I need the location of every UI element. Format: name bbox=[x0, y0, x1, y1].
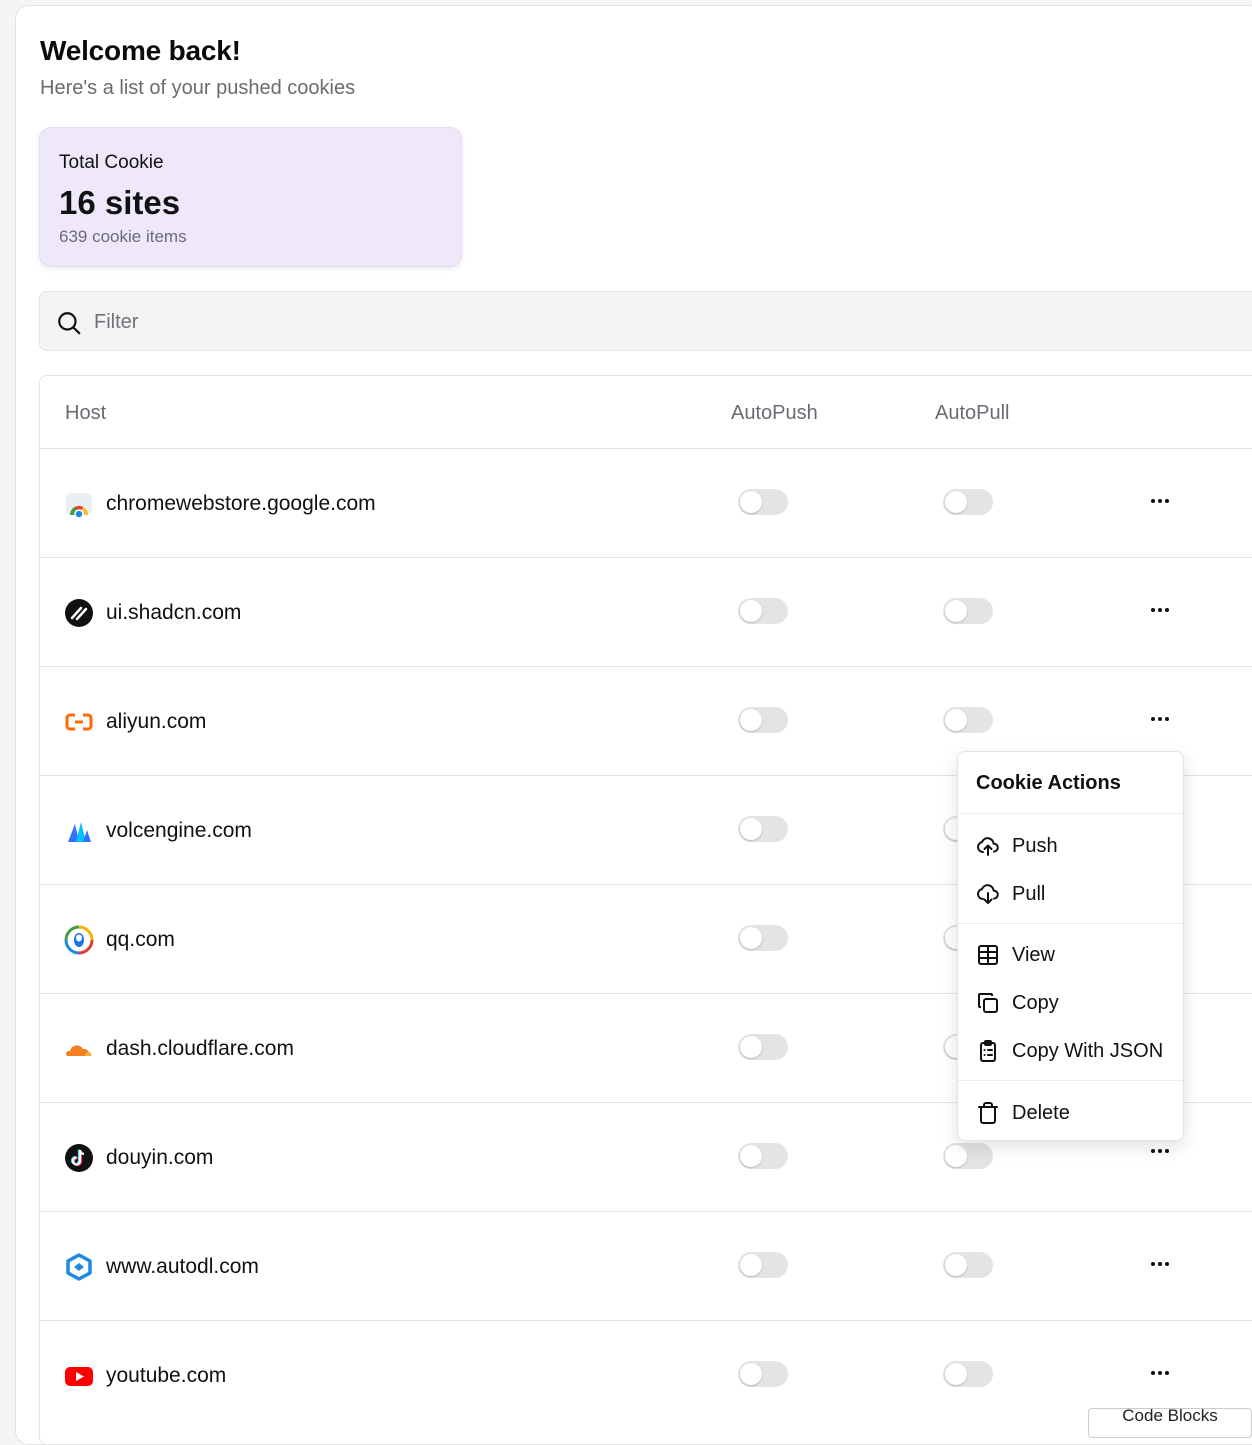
table-row: ui.shadcn.com bbox=[40, 557, 1252, 666]
cloudflare-icon bbox=[66, 1045, 92, 1056]
shadcn-icon bbox=[65, 599, 93, 627]
autopull-toggle[interactable] bbox=[943, 1252, 993, 1278]
table-icon bbox=[978, 945, 998, 965]
host-name[interactable]: aliyun.com bbox=[106, 710, 206, 734]
autopush-toggle[interactable] bbox=[738, 489, 788, 515]
host-name[interactable]: www.autodl.com bbox=[106, 1255, 259, 1279]
autopush-toggle[interactable] bbox=[738, 1361, 788, 1387]
menu-divider bbox=[958, 1080, 1183, 1081]
aliyun-icon bbox=[65, 713, 93, 731]
menu-item-label: Pull bbox=[1012, 883, 1046, 905]
chrome-web-store-icon bbox=[66, 493, 92, 519]
host-name[interactable]: qq.com bbox=[106, 928, 175, 952]
menu-item-delete[interactable]: Delete bbox=[958, 1093, 1183, 1133]
column-header-autopush[interactable]: AutoPush bbox=[731, 402, 818, 425]
host-name[interactable]: volcengine.com bbox=[106, 819, 252, 843]
stat-value: 16 sites bbox=[59, 184, 181, 221]
cookie-actions-menu: Cookie Actions Push Pull View Copy Copy … bbox=[957, 751, 1184, 1141]
menu-title: Cookie Actions bbox=[976, 772, 1121, 794]
stat-title: Total Cookie bbox=[59, 152, 164, 173]
page-subtitle: Here's a list of your pushed cookies bbox=[40, 77, 356, 99]
autopull-toggle[interactable] bbox=[943, 1361, 993, 1387]
autopush-toggle[interactable] bbox=[738, 1252, 788, 1278]
host-name[interactable]: douyin.com bbox=[106, 1146, 213, 1170]
menu-item-copy-json[interactable]: Copy With JSON bbox=[958, 1031, 1183, 1071]
cloud-download-icon bbox=[977, 884, 999, 904]
more-actions-button[interactable] bbox=[1146, 487, 1178, 515]
menu-item-label: View bbox=[1012, 944, 1055, 966]
more-actions-button[interactable] bbox=[1146, 1250, 1178, 1278]
menu-divider bbox=[958, 813, 1183, 814]
autopull-toggle[interactable] bbox=[943, 489, 993, 515]
autodl-icon bbox=[66, 1253, 92, 1281]
host-name[interactable]: dash.cloudflare.com bbox=[106, 1037, 294, 1061]
qq-icon bbox=[64, 925, 94, 955]
autopull-toggle[interactable] bbox=[943, 598, 993, 624]
menu-item-label: Copy With JSON bbox=[1012, 1040, 1164, 1062]
autopull-toggle[interactable] bbox=[943, 1143, 993, 1169]
autopush-toggle[interactable] bbox=[738, 1034, 788, 1060]
more-actions-button[interactable] bbox=[1146, 1137, 1178, 1165]
menu-item-label: Push bbox=[1012, 835, 1058, 857]
menu-item-copy[interactable]: Copy bbox=[958, 983, 1183, 1023]
menu-item-view[interactable]: View bbox=[958, 935, 1183, 975]
autopush-toggle[interactable] bbox=[738, 1143, 788, 1169]
host-name[interactable]: ui.shadcn.com bbox=[106, 601, 241, 625]
host-name[interactable]: chromewebstore.google.com bbox=[106, 492, 376, 516]
host-name[interactable]: youtube.com bbox=[106, 1364, 226, 1388]
total-cookie-card: Total Cookie 16 sites 639 cookie items bbox=[39, 127, 462, 267]
more-actions-button[interactable] bbox=[1146, 596, 1178, 624]
autopull-toggle[interactable] bbox=[943, 707, 993, 733]
volcengine-icon bbox=[68, 822, 91, 842]
clipboard-list-icon bbox=[980, 1040, 996, 1062]
menu-item-pull[interactable]: Pull bbox=[958, 874, 1183, 914]
copy-icon bbox=[978, 993, 998, 1013]
table-row: www.autodl.com bbox=[40, 1211, 1252, 1320]
douyin-icon bbox=[65, 1144, 93, 1172]
menu-item-label: Delete bbox=[1012, 1102, 1070, 1124]
filter-input[interactable] bbox=[94, 306, 694, 338]
menu-item-push[interactable]: Push bbox=[958, 826, 1183, 866]
more-actions-button[interactable] bbox=[1146, 1359, 1178, 1387]
search-icon bbox=[58, 312, 81, 335]
menu-item-label: Copy bbox=[1012, 992, 1059, 1014]
column-header-autopull[interactable]: AutoPull bbox=[935, 402, 1010, 425]
page-title: Welcome back! bbox=[40, 35, 241, 66]
autopush-toggle[interactable] bbox=[738, 816, 788, 842]
filter-bar bbox=[39, 291, 1252, 351]
table-row: chromewebstore.google.com bbox=[40, 448, 1252, 557]
more-actions-button[interactable] bbox=[1146, 705, 1178, 733]
cloud-upload-icon bbox=[977, 837, 999, 856]
table-row: youtube.com bbox=[40, 1320, 1252, 1429]
menu-divider bbox=[958, 923, 1183, 924]
column-header-host[interactable]: Host bbox=[65, 402, 106, 425]
trash-icon bbox=[978, 1102, 998, 1124]
autopush-toggle[interactable] bbox=[738, 598, 788, 624]
autopush-toggle[interactable] bbox=[738, 707, 788, 733]
stat-subtext: 639 cookie items bbox=[59, 227, 187, 246]
code-blocks-tab[interactable]: Code Blocks bbox=[1088, 1407, 1252, 1438]
youtube-icon bbox=[65, 1367, 93, 1386]
autopush-toggle[interactable] bbox=[738, 925, 788, 951]
